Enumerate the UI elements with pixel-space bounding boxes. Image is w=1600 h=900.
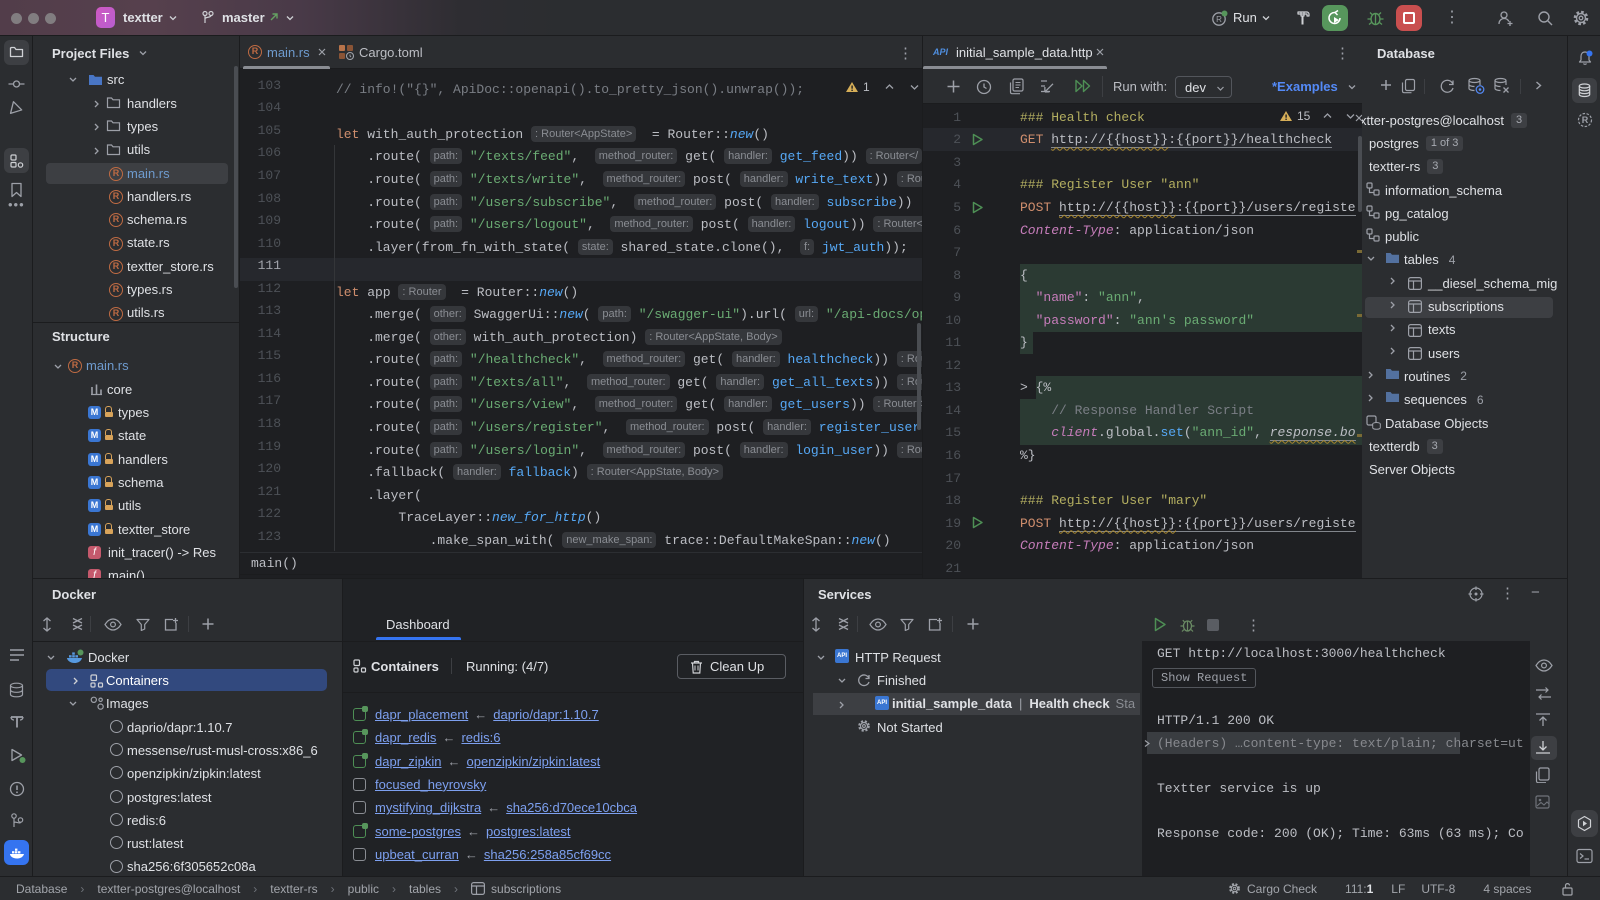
svg-text:R: R [1216, 15, 1222, 24]
svg-text:R: R [1582, 115, 1589, 125]
